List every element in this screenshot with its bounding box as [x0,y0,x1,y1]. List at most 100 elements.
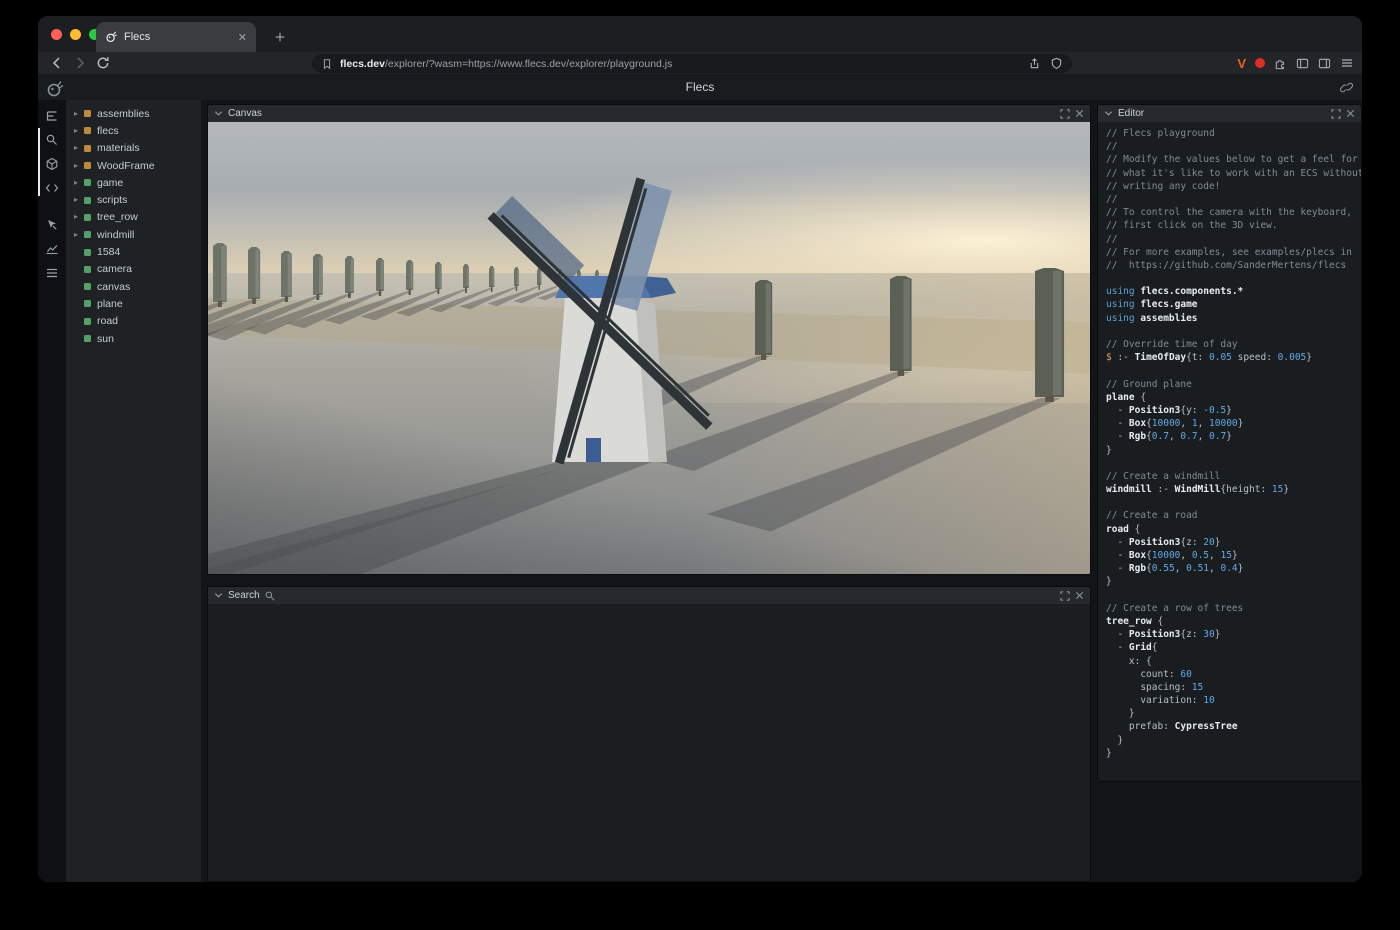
expand-arrow-icon[interactable]: ▸ [74,196,84,204]
search-icon[interactable] [265,591,275,601]
code-line: tree_row { [1106,616,1361,629]
editor-panel-header: Editor [1098,105,1361,122]
expand-arrow-icon[interactable]: ▸ [74,144,84,152]
bookmark-icon[interactable] [321,58,333,70]
share-icon[interactable] [1028,57,1041,70]
code-line: x: { [1106,656,1361,669]
code-line: // For more examples, see examples/plecs… [1106,247,1361,260]
search-results-area[interactable] [208,604,1090,881]
code-line: - Position3{y: -0.5} [1106,405,1361,418]
tab-close-icon[interactable]: ✕ [238,31,247,44]
tree-item-1584[interactable]: 1584 [66,243,201,260]
chevron-down-icon[interactable] [1104,109,1113,118]
shield-icon[interactable] [1050,57,1063,70]
flecs-logo-icon[interactable] [45,78,65,98]
workspace: Canvas [201,100,1362,882]
search-panel: Search [207,586,1091,882]
chevron-down-icon[interactable] [214,109,223,118]
tree-item-assemblies[interactable]: ▸assemblies [66,105,201,122]
tree-item-materials[interactable]: ▸ materials [66,140,201,157]
page-title: Flecs [38,74,1362,100]
browser-window: Flecs ✕ flecs.dev/explorer/?wasm=https:/… [38,16,1362,882]
pointer-icon[interactable] [45,218,59,232]
tree-item-sun[interactable]: sun [66,330,201,347]
code-line: // writing any code! [1106,181,1361,194]
code-line: } [1106,708,1361,721]
recording-indicator-icon[interactable] [1255,58,1265,68]
tree-item-scripts[interactable]: ▸ scripts [66,191,201,208]
search-panel-title: Search [228,590,260,601]
url-path: /explorer/?wasm=https://www.flecs.dev/ex… [385,58,672,70]
rows-icon[interactable] [45,266,59,280]
tree-item-label: windmill [97,229,134,241]
tree-item-road[interactable]: road [66,313,201,330]
code-line: } [1106,576,1361,589]
entity-square-icon [84,266,91,273]
code-line: // [1106,141,1361,154]
code-line: spacing: 15 [1106,682,1361,695]
tree-item-label: materials [97,142,140,154]
tree-item-flecs[interactable]: ▸flecs [66,122,201,139]
expand-icon[interactable] [1331,109,1341,119]
tree-item-tree_row[interactable]: ▸tree_row [66,209,201,226]
code-line: count: 60 [1106,669,1361,682]
forward-icon[interactable] [73,56,87,70]
expand-arrow-icon[interactable]: ▸ [74,231,84,239]
side-panel-icon[interactable] [1296,57,1309,70]
code-line: // Ground plane [1106,379,1361,392]
tree-item-windmill[interactable]: ▸ windmill [66,226,201,243]
close-icon[interactable] [1346,109,1355,118]
close-window-button[interactable] [51,29,62,40]
code-line: - Rgb{0.7, 0.7, 0.7} [1106,431,1361,444]
search-icon[interactable] [45,133,59,147]
code-line: - Rgb{0.55, 0.51, 0.4} [1106,563,1361,576]
reading-panel-icon[interactable] [1318,57,1331,70]
new-tab-button[interactable] [268,25,292,49]
tree-item-plane[interactable]: plane [66,295,201,312]
entity-square-icon [84,231,91,238]
minimize-window-button[interactable] [70,29,81,40]
expand-arrow-icon[interactable]: ▸ [74,213,84,221]
tree-item-camera[interactable]: camera [66,261,201,278]
vivaldi-icon[interactable]: V [1237,56,1246,71]
url-text: flecs.dev/explorer/?wasm=https://www.fle… [340,58,672,70]
code-line [1106,326,1361,339]
expand-icon[interactable] [1060,591,1070,601]
code-icon[interactable] [45,181,59,195]
editor-code[interactable]: // Flecs playground//// Modify the value… [1098,122,1361,781]
chart-icon[interactable] [45,242,59,256]
tree-item-canvas[interactable]: canvas [66,278,201,295]
code-line: road { [1106,524,1361,537]
canvas-3d-view[interactable] [208,122,1090,575]
code-line: // https://github.com/SanderMertens/flec… [1106,260,1361,273]
url-bar[interactable]: flecs.dev/explorer/?wasm=https://www.fle… [312,54,1072,73]
expand-arrow-icon[interactable]: ▸ [74,110,84,118]
hierarchy-icon[interactable] [45,109,59,123]
tree-item-WoodFrame[interactable]: ▸WoodFrame [66,157,201,174]
back-icon[interactable] [50,56,64,70]
reload-icon[interactable] [96,56,110,70]
code-line: // Create a row of trees [1106,603,1361,616]
browser-tab[interactable]: Flecs ✕ [96,22,256,52]
close-icon[interactable] [1075,591,1084,600]
close-icon[interactable] [1075,109,1084,118]
canvas-panel-title: Canvas [228,108,262,119]
extensions-puzzle-icon[interactable] [1274,57,1287,70]
code-line: // To control the camera with the keyboa… [1106,207,1361,220]
app-header: Flecs [38,74,1362,100]
tree-item-game[interactable]: ▸ game [66,174,201,191]
code-line: } [1106,445,1361,458]
expand-arrow-icon[interactable]: ▸ [74,162,84,170]
expand-icon[interactable] [1060,109,1070,119]
tree-item-label: scripts [97,194,127,206]
expand-arrow-icon[interactable]: ▸ [74,127,84,135]
code-line: // first click on the 3D view. [1106,220,1361,233]
permalink-icon[interactable] [1340,81,1353,94]
editor-panel: Editor // Flecs playground//// Modify th… [1097,104,1362,782]
cube-icon[interactable] [45,157,59,171]
menu-hamburger-icon[interactable] [1340,56,1354,70]
chevron-down-icon[interactable] [214,591,223,600]
code-line: prefab: CypressTree [1106,721,1361,734]
expand-arrow-icon[interactable]: ▸ [74,179,84,187]
tree-item-label: game [97,177,123,189]
